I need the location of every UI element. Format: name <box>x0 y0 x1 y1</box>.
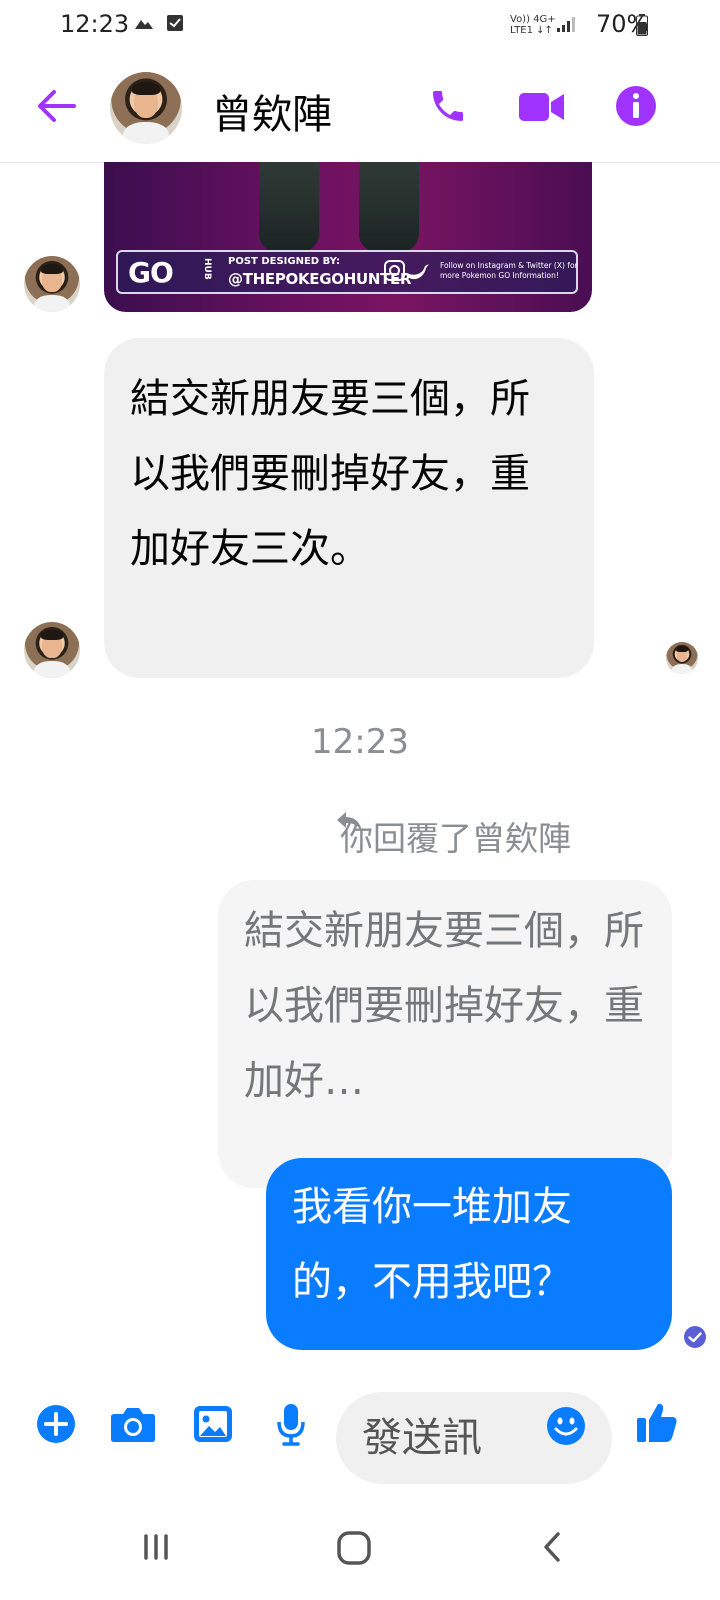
back-arrow-icon[interactable] <box>36 88 76 124</box>
info-icon[interactable] <box>614 84 658 128</box>
sent-message-bubble[interactable]: 我看你一堆加友的，不用我吧？ <box>266 1158 672 1350</box>
shared-image[interactable]: GO HUB POST DESIGNED BY: @THEPOKEGOHUNTE… <box>104 162 592 312</box>
video-call-icon[interactable] <box>518 90 566 124</box>
time-divider: 12:23 <box>311 722 409 762</box>
phone-icon[interactable] <box>428 86 468 126</box>
contact-avatar[interactable] <box>110 72 182 144</box>
instagram-icon <box>384 260 405 281</box>
message-composer: 發送訊 <box>0 1380 720 1500</box>
reply-quoted-message[interactable]: 結交新朋友要三個，所以我們要刪掉好友，重加好… <box>218 880 672 1188</box>
social-icons <box>384 260 429 281</box>
image-figure <box>259 162 319 252</box>
sender-avatar[interactable] <box>24 256 80 312</box>
notification-check-icon <box>167 15 183 31</box>
network-indicator: Vo)) 4G+ LTE1 ↓↑ <box>510 14 556 36</box>
sender-avatar[interactable] <box>24 622 80 678</box>
microphone-icon[interactable] <box>276 1402 306 1446</box>
notification-mountain-icon <box>135 20 153 29</box>
network-bottom-label: LTE1 ↓↑ <box>510 25 553 36</box>
conversation-header: 曾欸陣 <box>0 52 720 163</box>
status-time: 12:23 <box>60 10 130 38</box>
network-top-label: Vo)) 4G+ <box>510 14 556 25</box>
twitter-icon <box>408 264 429 280</box>
signal-icon <box>557 17 575 32</box>
plus-icon[interactable] <box>36 1404 76 1444</box>
emoji-icon[interactable] <box>546 1406 586 1446</box>
gallery-icon[interactable] <box>192 1404 234 1444</box>
image-figure <box>359 162 419 252</box>
contact-name[interactable]: 曾欸陣 <box>212 82 332 140</box>
reply-label: 你回覆了曾欸陣 <box>340 819 571 858</box>
image-logo: GO <box>128 256 174 289</box>
battery-icon <box>636 14 648 36</box>
received-message-bubble[interactable]: 結交新朋友要三個，所以我們要刪掉好友，重加好友三次。 <box>104 338 594 678</box>
recent-apps-icon[interactable] <box>140 1530 174 1564</box>
image-follow-text: Follow on Instagram & Twitter (X) for mo… <box>440 261 578 280</box>
image-posted-by: POST DESIGNED BY: <box>228 256 341 267</box>
camera-icon[interactable] <box>110 1404 156 1444</box>
home-icon[interactable] <box>336 1530 372 1566</box>
image-banner: GO HUB POST DESIGNED BY: @THEPOKEGOHUNTE… <box>116 250 578 294</box>
back-icon[interactable] <box>540 1530 564 1564</box>
system-nav-bar <box>0 1500 720 1600</box>
thumbs-up-icon[interactable] <box>636 1400 678 1444</box>
status-bar: 12:23 Vo)) 4G+ LTE1 ↓↑ 70% <box>0 0 720 52</box>
image-hub-label: HUB <box>202 258 212 280</box>
sent-check-icon <box>684 1326 706 1348</box>
read-receipt-avatar <box>666 642 698 674</box>
